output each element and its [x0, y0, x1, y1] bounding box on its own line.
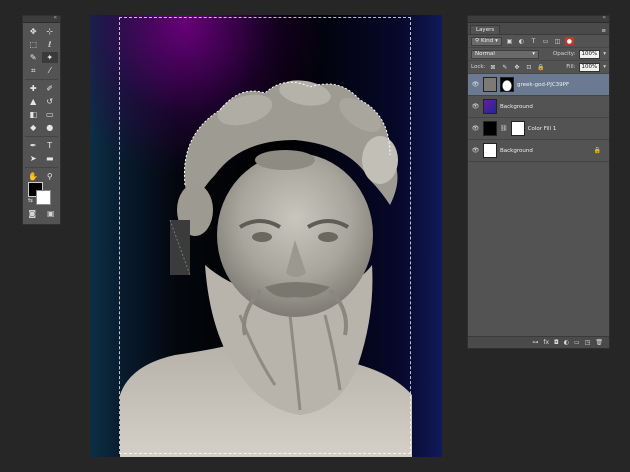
lasso-tool-icon[interactable]: ℓ	[42, 39, 59, 50]
healing-brush-tool-icon[interactable]: ✚	[25, 83, 42, 94]
layer-row[interactable]: 👁 Background 🔒	[468, 140, 609, 162]
eraser-tool-icon[interactable]: ◧	[25, 109, 42, 120]
tools-panel: « ✥ ⊹ ⬚ ℓ ✎ ✦ ⌗ ⁄ ✚ ✐ ▲ ↺ ◧ ▭ ◆ ● ✒ T ➤ ▬ ✋ ⚲ ⇆ ◙ ▣	[22, 14, 61, 225]
layer-row[interactable]: 👁 Background	[468, 96, 609, 118]
lock-image-icon[interactable]: ✎	[500, 63, 509, 71]
history-brush-tool-icon[interactable]: ↺	[42, 96, 59, 107]
document-canvas[interactable]	[90, 15, 442, 457]
tab-layers[interactable]: Layers	[470, 25, 501, 34]
opacity-label: Opacity:	[552, 51, 576, 57]
tool-separator	[25, 167, 58, 168]
eyedropper-tool-icon[interactable]: ⁄	[42, 65, 59, 76]
blend-mode-value: Normal	[475, 50, 495, 57]
hand-tool-icon[interactable]: ✋	[25, 171, 42, 182]
filter-row: ⚲ Kind ▾ ▣ ◐ T ▭ ◫ ●	[468, 35, 609, 48]
magic-wand-tool-icon[interactable]: ✦	[41, 52, 58, 63]
tools-bottom: ◙ ▣	[23, 209, 60, 218]
layer-name[interactable]: greek-god-PJC39PF	[517, 82, 569, 88]
path-select-tool-icon[interactable]: ➤	[25, 153, 42, 164]
filter-shape-icon[interactable]: ▭	[541, 37, 550, 45]
background-color-swatch[interactable]	[36, 190, 51, 205]
screen-mode-icon[interactable]: ▣	[47, 209, 55, 218]
filter-kind-label: Kind	[481, 37, 494, 44]
zoom-tool-icon[interactable]: ⚲	[42, 171, 59, 182]
filter-kind-dropdown[interactable]: ⚲ Kind ▾	[471, 36, 502, 46]
layers-footer: ⊶ fx ◘ ◐ ▭ ◳ 🗑	[468, 336, 609, 348]
brush-tool-icon[interactable]: ✐	[42, 83, 59, 94]
crop-tool-icon[interactable]: ⌗	[25, 65, 42, 76]
quick-select-tool-icon[interactable]: ✎	[25, 52, 42, 63]
lock-icon: 🔒	[593, 147, 601, 154]
fill-field[interactable]: 100%	[578, 62, 601, 72]
layer-name[interactable]: Color Fill 1	[528, 126, 557, 132]
link-icon: ⛓	[500, 125, 508, 132]
layers-tabbar: Layers ≡	[468, 23, 609, 35]
eye-icon[interactable]: 👁	[471, 103, 480, 110]
eye-icon[interactable]: 👁	[471, 81, 480, 88]
filter-smart-object-icon[interactable]: ◫	[553, 37, 562, 45]
fx-icon[interactable]: fx	[543, 339, 549, 346]
gradient-tool-icon[interactable]: ▭	[42, 109, 59, 120]
tool-separator	[25, 79, 58, 80]
quick-mask-icon[interactable]: ◙	[28, 209, 36, 218]
chevron-down-icon[interactable]: ▾	[603, 64, 606, 70]
layer-row[interactable]: 👁 greek-god-PJC39PF	[468, 74, 609, 96]
collapse-icon[interactable]: «	[602, 14, 606, 21]
pen-tool-icon[interactable]: ✒	[25, 140, 42, 151]
filter-type-icon[interactable]: T	[529, 37, 538, 45]
search-icon: ⚲	[475, 37, 480, 44]
fill-label: Fill:	[566, 64, 576, 70]
collapse-icon[interactable]: «	[53, 14, 57, 21]
opacity-field[interactable]: 100%	[578, 49, 601, 59]
lock-label: Lock:	[471, 64, 486, 70]
panel-menu-icon[interactable]: ≡	[601, 28, 606, 34]
eye-icon[interactable]: 👁	[471, 147, 480, 154]
link-layers-icon[interactable]: ⊶	[532, 339, 538, 346]
tool-grid: ✥ ⊹ ⬚ ℓ ✎ ✦ ⌗ ⁄ ✚ ✐ ▲ ↺ ◧ ▭ ◆ ● ✒ T ➤ ▬ ✋ ⚲	[23, 23, 60, 182]
marquee-tool-icon[interactable]: ⬚	[25, 39, 42, 50]
lock-row: Lock: ⊠ ✎ ✥ ⊡ 🔒 Fill: 100% ▾	[468, 61, 609, 74]
eye-icon[interactable]: 👁	[471, 125, 480, 132]
artboard-tool-icon[interactable]: ⊹	[42, 26, 59, 37]
move-tool-icon[interactable]: ✥	[25, 26, 42, 37]
layer-name[interactable]: Background	[500, 104, 533, 110]
rectangle-tool-icon[interactable]: ▬	[42, 153, 59, 164]
chevron-down-icon[interactable]: ▾	[603, 51, 606, 57]
swap-colors-icon[interactable]: ⇆	[28, 197, 33, 204]
dodge-tool-icon[interactable]: ●	[42, 122, 59, 133]
filter-pixel-icon[interactable]: ▣	[505, 37, 514, 45]
filter-adjustment-icon[interactable]: ◐	[517, 37, 526, 45]
adjustment-layer-icon[interactable]: ◐	[564, 339, 569, 346]
layer-mask-thumbnail[interactable]	[500, 77, 514, 92]
layer-row[interactable]: 👁 ⛓ Color Fill 1	[468, 118, 609, 140]
layer-thumbnail	[483, 77, 497, 92]
lock-artboard-icon[interactable]: ⊡	[524, 63, 533, 71]
chevron-down-icon: ▾	[495, 37, 498, 44]
layer-mask-thumbnail[interactable]	[510, 121, 525, 136]
blend-row: Normal ▾ Opacity: 100% ▾	[468, 48, 609, 61]
group-icon[interactable]: ▭	[574, 339, 580, 346]
blur-tool-icon[interactable]: ◆	[25, 122, 42, 133]
selection-marquee	[119, 17, 411, 454]
trash-icon[interactable]: 🗑	[595, 339, 603, 346]
blend-mode-dropdown[interactable]: Normal ▾	[471, 49, 539, 59]
lock-position-icon[interactable]: ✥	[512, 63, 521, 71]
tools-panel-grip[interactable]: «	[23, 14, 60, 23]
clone-stamp-tool-icon[interactable]: ▲	[25, 96, 42, 107]
lock-all-icon[interactable]: 🔒	[536, 63, 545, 71]
layer-name[interactable]: Background	[500, 148, 533, 154]
layers-panel-grip[interactable]: «	[468, 14, 609, 23]
layer-thumbnail	[483, 99, 497, 114]
type-tool-icon[interactable]: T	[42, 140, 59, 151]
color-swatches: ⇆	[28, 182, 54, 205]
lock-transparent-icon[interactable]: ⊠	[488, 63, 497, 71]
layer-thumbnail	[483, 143, 497, 158]
new-layer-icon[interactable]: ◳	[585, 339, 591, 346]
chevron-down-icon: ▾	[532, 50, 535, 57]
add-mask-icon[interactable]: ◘	[554, 339, 559, 346]
layers-panel: « Layers ≡ ⚲ Kind ▾ ▣ ◐ T ▭ ◫ ● Normal ▾…	[467, 14, 610, 349]
filter-toggle-icon[interactable]: ●	[564, 37, 574, 45]
layer-thumbnail	[483, 121, 497, 136]
tool-separator	[25, 136, 58, 137]
